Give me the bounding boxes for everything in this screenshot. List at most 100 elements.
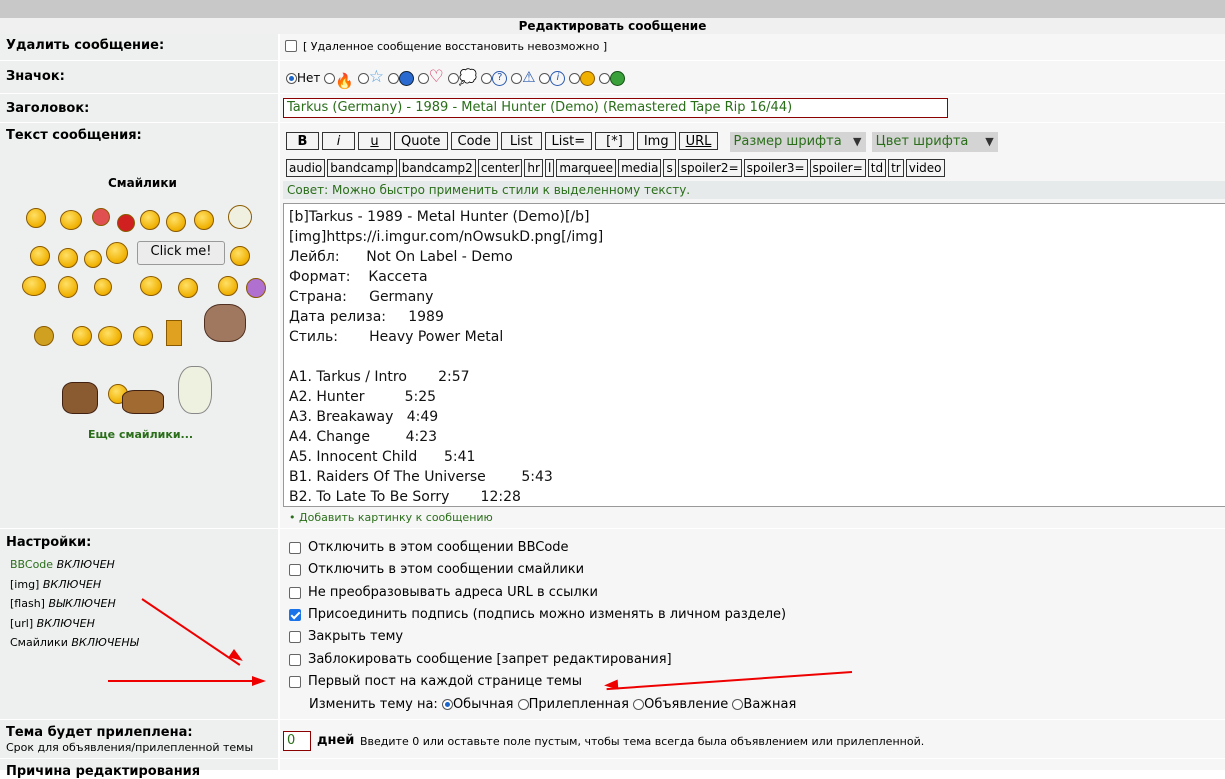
tag-media-button[interactable]: media xyxy=(618,159,662,177)
smiley[interactable] xyxy=(140,210,160,230)
underline-button[interactable]: u xyxy=(358,132,391,150)
sticky-days-unit: дней xyxy=(317,733,355,748)
bold-button[interactable]: B xyxy=(286,132,319,150)
sticky-days-input[interactable]: 0 xyxy=(283,731,311,751)
animal-smiley[interactable] xyxy=(122,390,164,414)
delete-note: [ Удаленное сообщение восстановить невоз… xyxy=(303,40,608,53)
smiley[interactable] xyxy=(30,246,50,266)
icon-radio-info[interactable] xyxy=(539,73,551,84)
icon-radio-warning[interactable] xyxy=(511,73,523,84)
smiley[interactable] xyxy=(22,276,46,296)
delete-checkbox[interactable] xyxy=(285,38,297,53)
img-button[interactable]: Img xyxy=(636,132,676,150)
smiley[interactable] xyxy=(166,320,182,346)
add-image-link-label: Добавить картинку к сообщению xyxy=(299,511,493,524)
subject-input[interactable]: Tarkus (Germany) - 1989 - Metal Hunter (… xyxy=(283,98,948,118)
smiley[interactable] xyxy=(228,205,252,229)
add-image-link[interactable]: • Добавить картинку к сообщению xyxy=(289,511,493,524)
tag-bandcamp-button[interactable]: bandcamp xyxy=(327,159,397,177)
tag-audio-button[interactable]: audio xyxy=(286,159,326,177)
tag-td-button[interactable]: td xyxy=(867,159,887,177)
tag-spoiler2-button[interactable]: spoiler2= xyxy=(677,159,742,177)
tag-hr-button[interactable]: hr xyxy=(524,159,543,177)
icon-radio-shocked[interactable] xyxy=(569,73,581,84)
topic-type-radio-sticky[interactable] xyxy=(517,699,529,710)
option-no-url-parse[interactable]: Не преобразовывать адреса URL в ссылки xyxy=(289,585,598,600)
option-attach-signature[interactable]: Присоединить подпись (подпись можно изме… xyxy=(289,607,786,622)
icon-none-label: Нет xyxy=(297,71,321,85)
smiley[interactable] xyxy=(94,278,112,296)
tag-l-button[interactable]: l xyxy=(544,159,555,177)
smiley[interactable] xyxy=(26,208,46,228)
tag-s-button[interactable]: s xyxy=(663,159,676,177)
option-label: Первый пост на каждой странице темы xyxy=(308,674,582,689)
smiley[interactable] xyxy=(34,326,54,346)
smiley[interactable] xyxy=(106,242,128,264)
icon-radio-question[interactable] xyxy=(481,73,493,84)
smiley[interactable] xyxy=(133,326,153,346)
topic-type-radio-announce[interactable] xyxy=(633,699,645,710)
topic-type-radio-important[interactable] xyxy=(732,699,744,710)
smilies-title: Смайлики xyxy=(108,176,177,190)
option-first-post-each-page[interactable]: Первый пост на каждой странице темы xyxy=(289,674,582,689)
status-bbcode: BBCode ВКЛЮЧЕН xyxy=(10,555,139,575)
code-button[interactable]: Code xyxy=(450,132,498,150)
tag-spoiler3-button[interactable]: spoiler3= xyxy=(743,159,808,177)
italic-button[interactable]: i xyxy=(322,132,355,150)
tag-toolbar: audio bandcamp bandcamp2 center hr l marquee me… xyxy=(286,159,947,177)
smiley[interactable] xyxy=(246,278,266,298)
icon-radio-bubble[interactable] xyxy=(447,73,459,84)
message-textarea[interactable]: [b]Tarkus - 1989 - Metal Hunter (Demo)[/… xyxy=(283,203,1225,507)
icon-radio-none[interactable] xyxy=(286,73,297,84)
icon-radio-grin[interactable] xyxy=(599,73,611,84)
tag-video-button[interactable]: video xyxy=(905,159,945,177)
smiley[interactable] xyxy=(98,326,122,346)
option-close-topic[interactable]: Закрыть тему xyxy=(289,629,403,644)
url-button[interactable]: URL xyxy=(678,132,719,150)
option-disable-smilies[interactable]: Отключить в этом сообщении смайлики xyxy=(289,562,584,577)
icon-radio-radiation[interactable] xyxy=(387,73,399,84)
smiley[interactable] xyxy=(84,250,102,268)
icon-radio-star[interactable] xyxy=(357,73,369,84)
click-me-sign[interactable]: Click me! xyxy=(137,241,225,265)
status-name[interactable]: BBCode xyxy=(10,558,53,571)
smiley[interactable] xyxy=(72,326,92,346)
quote-button[interactable]: Quote xyxy=(394,132,448,150)
smiley[interactable] xyxy=(140,276,162,296)
sticky-sublabel: Срок для объявления/прилепленной темы xyxy=(6,741,254,754)
moose-smiley[interactable] xyxy=(62,382,98,414)
tag-tr-button[interactable]: tr xyxy=(888,159,904,177)
smiley[interactable] xyxy=(218,276,238,296)
icon-label: Значок: xyxy=(6,69,65,84)
smiley[interactable] xyxy=(58,248,78,268)
smiley[interactable] xyxy=(194,210,214,230)
smiley[interactable] xyxy=(117,214,135,232)
sticky-label: Тема будет прилеплена: xyxy=(6,725,193,740)
bull-smiley[interactable] xyxy=(204,304,246,342)
list-item-button[interactable]: [*] xyxy=(595,132,634,150)
smiley[interactable] xyxy=(178,278,198,298)
smiley[interactable] xyxy=(92,208,110,226)
smiley[interactable] xyxy=(230,246,250,266)
list-ordered-button[interactable]: List= xyxy=(544,132,593,150)
option-lock-post[interactable]: Заблокировать сообщение [запрет редактир… xyxy=(289,652,672,667)
smiley[interactable] xyxy=(166,212,186,232)
icon-radio-heart[interactable] xyxy=(417,73,429,84)
more-smilies-link[interactable]: Еще смайлики... xyxy=(88,428,193,441)
list-button[interactable]: List xyxy=(500,132,542,150)
rabbit-smiley[interactable] xyxy=(178,366,212,414)
font-size-select[interactable]: Размер шрифта ▼ xyxy=(729,132,866,152)
smiley[interactable] xyxy=(58,276,78,298)
font-color-select[interactable]: Цвет шрифта ▼ xyxy=(871,132,998,152)
topic-type-radio-normal[interactable] xyxy=(441,699,453,710)
icon-options: Нет 🔥 ☆ ♡ 💭 ? ⚠ i xyxy=(286,67,626,90)
tag-spoiler-button[interactable]: spoiler= xyxy=(809,159,866,177)
status-img: [img] ВКЛЮЧЕН xyxy=(10,575,139,595)
icon-radio-fire[interactable] xyxy=(324,73,336,84)
tag-bandcamp2-button[interactable]: bandcamp2 xyxy=(398,159,476,177)
option-label: Закрыть тему xyxy=(308,629,404,644)
smiley[interactable] xyxy=(60,210,82,230)
option-disable-bbcode[interactable]: Отключить в этом сообщении BBCode xyxy=(289,540,569,555)
tag-marquee-button[interactable]: marquee xyxy=(556,159,617,177)
tag-center-button[interactable]: center xyxy=(477,159,523,177)
